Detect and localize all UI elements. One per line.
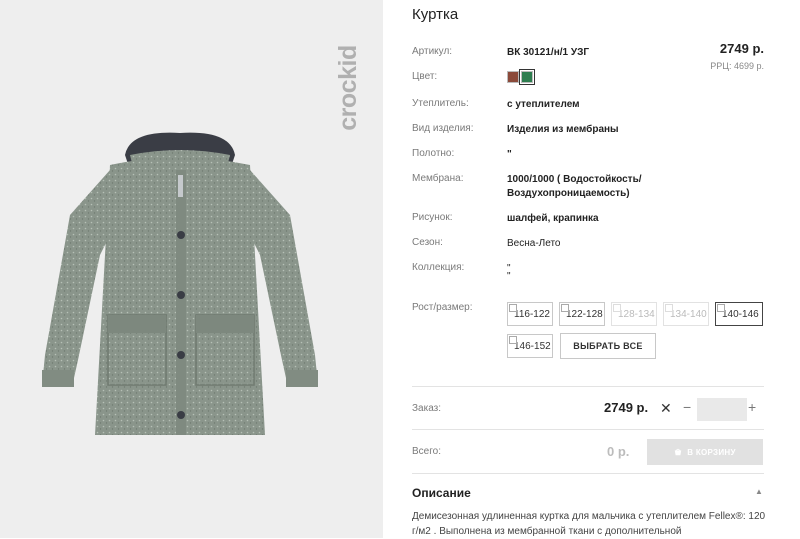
total-value: 0 р.: [607, 444, 630, 459]
brand-logo: crockid: [328, 18, 368, 158]
select-all-button[interactable]: ВЫБРАТЬ ВСЕ: [560, 333, 656, 359]
order-label: Заказ:: [412, 403, 442, 414]
attr-label: Полотно:: [412, 148, 455, 159]
attr-value: Изделия из мембраны: [507, 124, 619, 135]
product-image-jacket[interactable]: [30, 125, 330, 445]
size-checkbox-icon: [561, 304, 569, 312]
size-label: 140-146: [722, 309, 759, 320]
attr-label: Рисунок:: [412, 212, 453, 223]
size-label: 134-140: [670, 309, 707, 320]
size-checkbox-icon: [509, 304, 517, 312]
attr-value: ВК 30121/н/1 УЗГ: [507, 47, 590, 58]
quantity-input[interactable]: [697, 398, 747, 421]
color-swatches: [507, 69, 535, 85]
rrc-price: РРЦ: 4699 р.: [710, 61, 764, 71]
attr-label: Коллекция:: [412, 262, 465, 273]
size-label: 128-134: [618, 309, 655, 320]
attr-value-line2: ": [507, 271, 511, 282]
size-label: 122-128: [566, 309, 603, 320]
size-checkbox-icon: [717, 304, 725, 312]
add-to-cart-button[interactable]: В КОРЗИНУ: [647, 439, 763, 465]
attr-value: ": [507, 149, 512, 160]
color-swatch-brown[interactable]: [507, 71, 519, 83]
attr-value-line2: Воздухопроницаемость): [507, 188, 630, 199]
divider: [412, 429, 764, 430]
cart-icon: [675, 448, 682, 456]
size-option-146-152[interactable]: 146-152: [507, 334, 553, 358]
description-title[interactable]: Описание: [412, 486, 471, 500]
size-label: 116-122: [514, 309, 550, 320]
attr-label: Цвет:: [412, 71, 438, 82]
size-option-128-134: 128-134: [611, 302, 657, 326]
attr-value: с утеплителем: [507, 99, 580, 110]
price-block: 2749 р. РРЦ: 4699 р.: [710, 41, 764, 71]
quantity-increase-button[interactable]: +: [748, 399, 756, 415]
size-checkbox-icon: [613, 304, 621, 312]
attr-label: Мембрана:: [412, 173, 464, 184]
brand-logo-text: crockid: [334, 45, 362, 131]
order-price: 2749 р.: [604, 400, 649, 415]
attr-value: шалфей, крапинка: [507, 213, 599, 224]
attr-value: Весна-Лето: [507, 238, 561, 249]
add-to-cart-label: В КОРЗИНУ: [687, 447, 736, 457]
attr-label: Сезон:: [412, 237, 443, 248]
product-image-panel: crockid: [0, 0, 383, 538]
size-label: 146-152: [514, 341, 551, 352]
color-swatch-green[interactable]: [519, 69, 535, 85]
size-option-116-122[interactable]: 116-122: [507, 302, 553, 326]
product-title: Куртка: [412, 6, 459, 23]
divider: [412, 473, 764, 474]
attr-label: Артикул:: [412, 46, 453, 57]
remove-order-icon[interactable]: ✕: [660, 400, 672, 417]
description-text: Демисезонная удлиненная куртка для мальч…: [412, 511, 766, 537]
size-checkbox-icon: [665, 304, 673, 312]
size-option-140-146[interactable]: 140-146: [715, 302, 763, 326]
size-option-134-140: 134-140: [663, 302, 709, 326]
product-price: 2749 р.: [719, 41, 764, 56]
size-checkbox-icon: [509, 336, 517, 344]
collapse-chevron-icon[interactable]: ▲: [755, 487, 763, 496]
quantity-decrease-button[interactable]: −: [683, 399, 691, 415]
attr-label: Рост/размер:: [412, 302, 473, 313]
attr-label: Утеплитель:: [412, 98, 469, 109]
total-label: Всего:: [412, 446, 441, 457]
size-option-122-128[interactable]: 122-128: [559, 302, 605, 326]
attr-label: Вид изделия:: [412, 123, 474, 134]
attr-value-line1: 1000/1000 ( Водостойкость/: [507, 174, 642, 185]
divider: [412, 386, 764, 387]
